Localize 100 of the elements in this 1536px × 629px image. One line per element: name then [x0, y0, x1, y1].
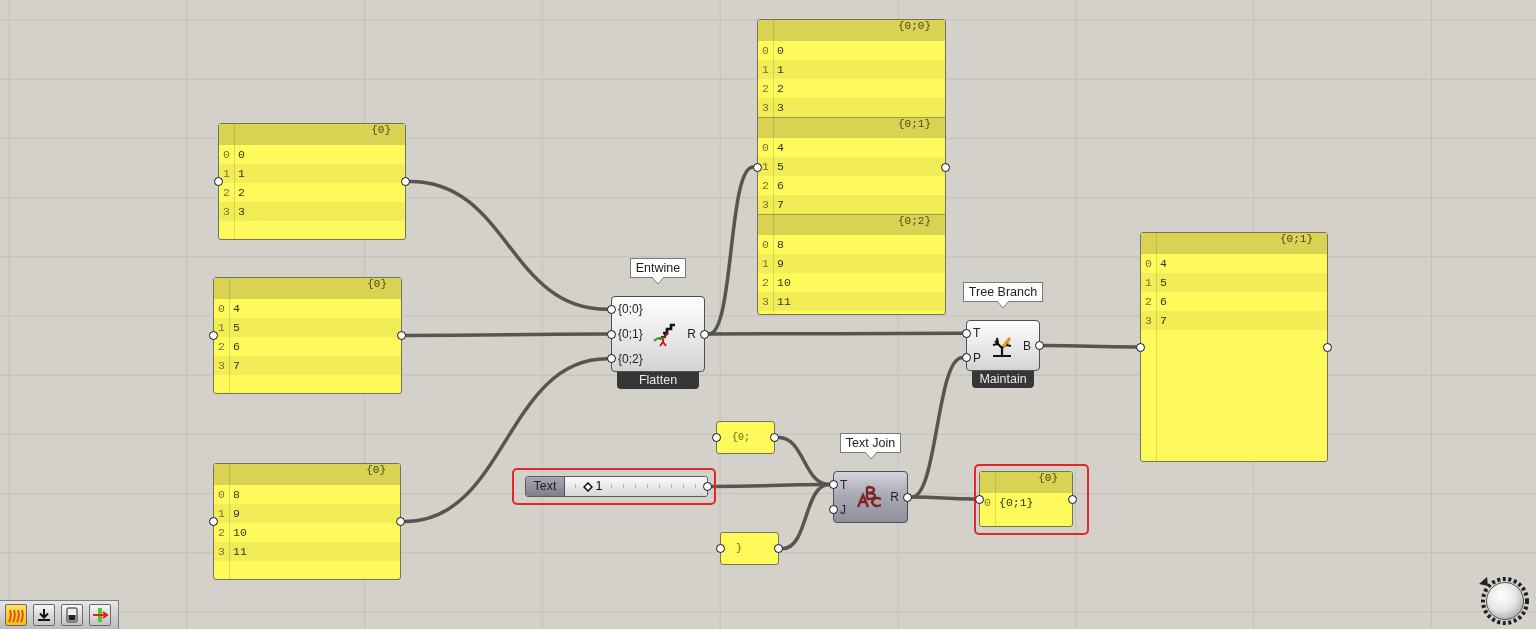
- port-icon[interactable]: [401, 177, 410, 186]
- toolbar-button[interactable]: [33, 604, 55, 626]
- pointer-icon: [652, 277, 664, 284]
- download-icon: [37, 608, 51, 622]
- port-icon[interactable]: [607, 329, 616, 339]
- item-index: 3: [1144, 314, 1153, 327]
- slider-value: 1: [595, 478, 603, 495]
- port-icon[interactable]: [716, 544, 725, 553]
- slider-track[interactable]: 1: [565, 477, 707, 496]
- item-index: 0: [761, 44, 770, 57]
- port-icon[interactable]: [209, 331, 218, 340]
- item-value: 7: [776, 198, 784, 211]
- item-index: 0: [983, 496, 992, 509]
- item-index: 1: [217, 507, 226, 520]
- port-icon[interactable]: [975, 494, 984, 504]
- item-value: 4: [776, 141, 784, 154]
- output-label: B: [1023, 338, 1031, 353]
- panel-text: {0;: [732, 432, 750, 443]
- port-icon[interactable]: [607, 354, 616, 364]
- item-index: 1: [761, 160, 770, 173]
- item-index: 2: [761, 276, 770, 289]
- item-value: {0;1}: [998, 496, 1034, 509]
- port-icon[interactable]: [1323, 342, 1332, 352]
- item-index: 2: [1144, 295, 1153, 308]
- toolbar-button[interactable]: [61, 604, 83, 626]
- item-value: 8: [776, 238, 784, 251]
- item-value: 7: [1159, 314, 1167, 327]
- item-value: 5: [232, 321, 240, 334]
- input-label: P: [973, 350, 981, 365]
- port-icon[interactable]: [829, 505, 838, 514]
- branch-path: {0}: [219, 124, 405, 145]
- item-index: 2: [761, 179, 770, 192]
- item-index: 0: [217, 302, 226, 315]
- waves-icon: [8, 607, 24, 623]
- branch-path: {0;1}: [758, 117, 945, 138]
- port-icon[interactable]: [941, 162, 950, 172]
- stairs-icon: [653, 321, 677, 347]
- device-icon: [66, 607, 78, 623]
- item-index: 3: [222, 205, 231, 218]
- port-icon[interactable]: [1136, 342, 1145, 352]
- item-value: 10: [776, 276, 791, 289]
- item-index: 1: [1144, 276, 1153, 289]
- item-value: 1: [237, 167, 245, 180]
- port-icon[interactable]: [770, 433, 779, 442]
- branch-path: {0;0}: [758, 20, 945, 41]
- item-index: 1: [222, 167, 231, 180]
- output-label: R: [687, 327, 696, 341]
- port-icon[interactable]: [703, 482, 712, 491]
- item-value: 2: [237, 186, 245, 199]
- input-label: T: [840, 477, 848, 492]
- item-index: 2: [217, 526, 226, 539]
- item-value: 1: [776, 63, 784, 76]
- port-icon[interactable]: [712, 433, 721, 442]
- navigation-dial-icon[interactable]: [1477, 574, 1531, 626]
- branch-path: {0}: [214, 464, 400, 485]
- port-icon[interactable]: [1068, 494, 1077, 504]
- port-icon[interactable]: [396, 517, 405, 526]
- port-icon[interactable]: [607, 304, 616, 314]
- item-value: 11: [776, 295, 791, 308]
- port-icon[interactable]: [753, 162, 762, 172]
- item-index: 3: [217, 545, 226, 558]
- item-index: 0: [761, 141, 770, 154]
- item-value: 9: [232, 507, 240, 520]
- item-value: 5: [776, 160, 784, 173]
- input-label: {0;2}: [618, 351, 643, 366]
- branch-path: {0}: [214, 278, 401, 299]
- output-label: R: [890, 490, 899, 504]
- item-index: 3: [217, 359, 226, 372]
- branch-path: {0}: [980, 472, 1072, 493]
- port-icon[interactable]: [214, 177, 223, 186]
- item-value: 2: [776, 82, 784, 95]
- input-label: {0;1}: [618, 327, 643, 341]
- branch-path: {0;2}: [758, 214, 945, 235]
- item-value: 4: [232, 302, 240, 315]
- port-icon[interactable]: [700, 329, 709, 339]
- pointer-icon: [997, 301, 1009, 308]
- item-value: 8: [232, 488, 240, 501]
- item-value: 3: [237, 205, 245, 218]
- port-icon[interactable]: [1035, 341, 1044, 350]
- item-value: 0: [776, 44, 784, 57]
- item-index: 1: [217, 321, 226, 334]
- port-icon[interactable]: [962, 328, 971, 338]
- port-icon[interactable]: [209, 517, 218, 526]
- port-icon[interactable]: [397, 331, 406, 340]
- item-value: 4: [1159, 257, 1167, 270]
- item-index: 0: [217, 488, 226, 501]
- port-icon[interactable]: [903, 492, 912, 502]
- item-value: 0: [237, 148, 245, 161]
- panel-text: }: [736, 543, 742, 554]
- item-value: 11: [232, 545, 247, 558]
- port-icon[interactable]: [962, 353, 971, 363]
- slider-label: Text: [526, 477, 565, 496]
- branch-path: {0;1}: [1141, 233, 1327, 254]
- port-icon[interactable]: [774, 544, 783, 553]
- slider-grip-icon[interactable]: [582, 481, 593, 492]
- port-icon[interactable]: [829, 480, 838, 489]
- item-value: 6: [232, 340, 240, 353]
- letters-icon: [855, 484, 882, 510]
- item-value: 5: [1159, 276, 1167, 289]
- input-label: J: [840, 502, 846, 517]
